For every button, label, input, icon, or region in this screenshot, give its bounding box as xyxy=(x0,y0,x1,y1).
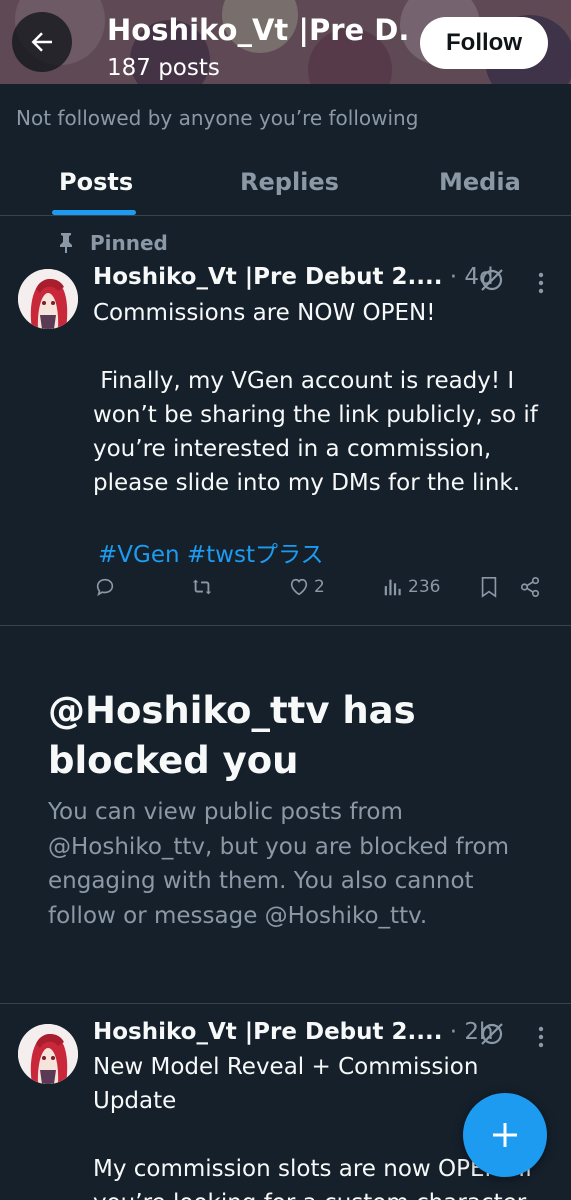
divider xyxy=(0,625,571,626)
post-line: you’re interested in a commission, xyxy=(93,436,492,462)
compose-button[interactable] xyxy=(463,1093,547,1177)
post-text: Commissions are NOW OPEN! Finally, my VG… xyxy=(93,296,553,500)
post-line: won’t be sharing the link publicly, so i… xyxy=(93,402,538,428)
post-line: you’re looking for a custom character xyxy=(93,1186,553,1200)
post-author-name[interactable]: Hoshiko_Vt |Pre Debut 2.... xyxy=(93,264,442,290)
post-line: Commissions are NOW OPEN! xyxy=(93,300,436,326)
repost-icon xyxy=(192,579,212,595)
plus-icon xyxy=(493,1123,517,1147)
blocked-description: You can view public posts from @Hoshiko_… xyxy=(48,799,510,929)
post-line: Finally, my VGen account is ready! I xyxy=(93,368,515,394)
avatar[interactable] xyxy=(18,269,78,329)
views-button[interactable]: 236 xyxy=(382,576,440,598)
follow-button[interactable]: Follow xyxy=(420,17,548,69)
like-count: 2 xyxy=(314,577,325,597)
back-arrow-icon xyxy=(31,32,52,52)
avatar[interactable] xyxy=(18,1024,78,1084)
divider xyxy=(0,1003,571,1004)
bookmark-button[interactable] xyxy=(479,576,499,598)
blocked-title: @Hoshiko_ttv has blocked you xyxy=(48,689,416,782)
post-line xyxy=(93,330,553,364)
post-line: New Model Reveal + Commission xyxy=(93,1054,479,1080)
reply-icon xyxy=(96,578,114,597)
post-header: Hoshiko_Vt |Pre Debut 2.... · 2h xyxy=(93,1019,494,1045)
header-display-name: Hoshiko_Vt |Pre D... xyxy=(107,13,407,47)
post-hashtags[interactable]: #VGen #twstプラス xyxy=(98,535,324,569)
post-actions: 2 236 xyxy=(0,576,571,608)
tab-media[interactable]: Media xyxy=(439,168,521,196)
post-author-name[interactable]: Hoshiko_Vt |Pre Debut 2.... xyxy=(93,1019,442,1045)
pin-icon xyxy=(60,233,72,253)
more-icon[interactable] xyxy=(535,1024,547,1050)
profile-tabs: Posts Replies Media xyxy=(0,150,571,216)
grok-icon[interactable] xyxy=(479,267,505,293)
bookmark-icon xyxy=(481,577,497,598)
reply-button[interactable] xyxy=(94,576,116,598)
post-line: please slide into my DMs for the link. xyxy=(93,470,521,496)
pinned-label: Pinned xyxy=(90,231,168,255)
tab-posts[interactable]: Posts xyxy=(59,168,133,196)
tab-replies[interactable]: Replies xyxy=(240,168,339,196)
avatar-image xyxy=(18,269,78,329)
avatar-image xyxy=(18,1024,78,1084)
share-button[interactable] xyxy=(519,576,541,598)
more-icon[interactable] xyxy=(535,270,547,296)
back-button[interactable] xyxy=(12,12,72,72)
pinned-indicator: Pinned xyxy=(56,231,168,255)
active-tab-indicator xyxy=(52,210,136,215)
views-count: 236 xyxy=(408,577,441,597)
like-button[interactable]: 2 xyxy=(288,576,325,598)
header-post-count: 187 posts xyxy=(107,55,220,81)
post-header: Hoshiko_Vt |Pre Debut 2.... · 4d xyxy=(93,264,494,290)
views-icon xyxy=(384,579,401,596)
share-icon xyxy=(520,577,540,597)
grok-icon[interactable] xyxy=(479,1021,505,1047)
like-icon xyxy=(290,578,308,596)
repost-button[interactable] xyxy=(190,576,214,598)
followers-you-know-note: Not followed by anyone you’re following xyxy=(16,106,419,130)
